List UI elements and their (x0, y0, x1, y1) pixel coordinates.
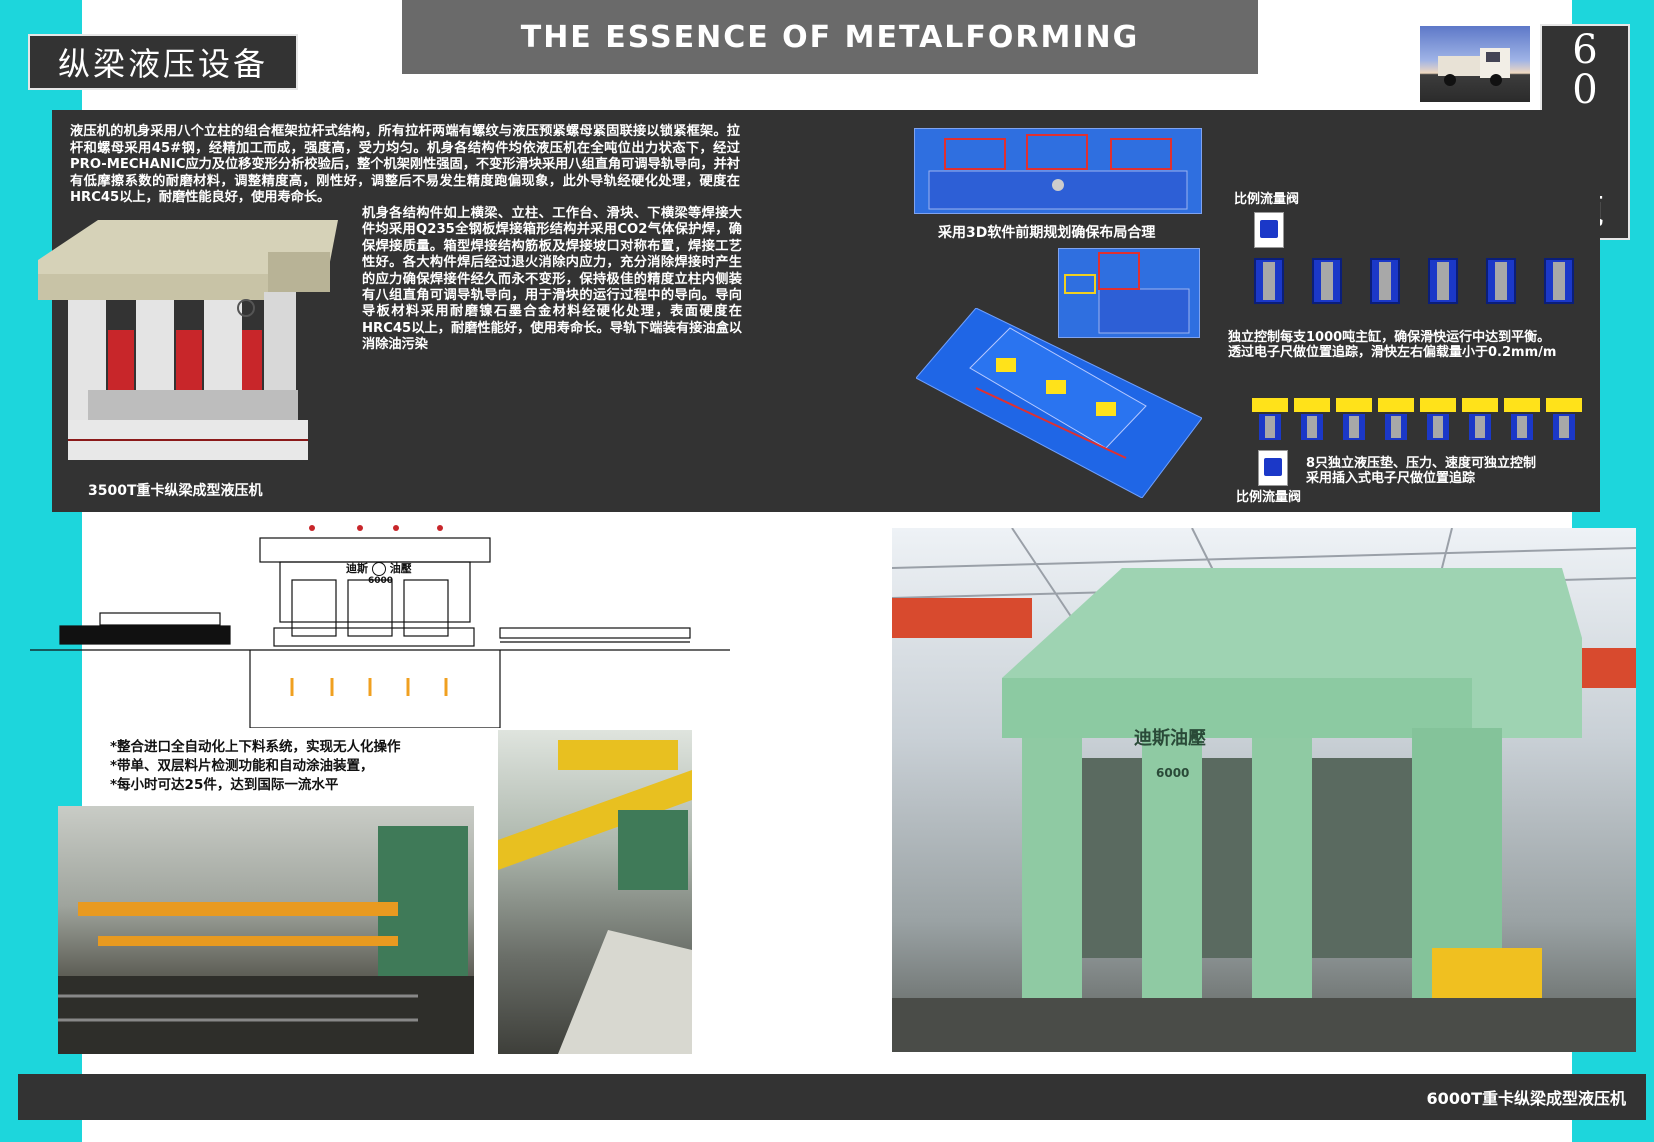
pad-top (1420, 398, 1456, 412)
press-brand-label: 迪斯油壓 (1134, 728, 1206, 749)
main-cylinder (1312, 258, 1342, 304)
footer-bar: 6000T重卡纵梁成型液压机 (18, 1074, 1646, 1120)
press-3500t-caption: 3500T重卡纵梁成型液压机 (88, 483, 263, 499)
main-press-photo (892, 528, 1636, 1052)
pad-cylinder (1385, 414, 1407, 440)
main-cylinder (1544, 258, 1574, 304)
bullet-item: *带单、双层料片检测功能和自动涂油装置， (110, 758, 374, 774)
intro-paragraph-2: 机身各结构件如上横梁、立柱、工作台、滑块、下横梁等焊接大件均采用Q235全钢板焊… (362, 206, 742, 353)
automation-line-photo-2 (498, 730, 692, 1054)
production-line-drawing (30, 518, 734, 729)
pad-top (1546, 398, 1582, 412)
pad-top (1504, 398, 1540, 412)
pad-top (1252, 398, 1288, 412)
page-title-box: 纵梁液压设备 (28, 34, 298, 90)
layout-3d-front-view (914, 128, 1202, 214)
drawing-logo-text: 迪斯 (346, 562, 368, 575)
intro-paragraph-1: 液压机的机身采用八个立柱的组合框架拉杆式结构，所有拉杆两端有螺纹与液压预紧螺母紧… (70, 124, 740, 205)
main-cylinders (1250, 258, 1590, 310)
logo-emblem-icon (371, 562, 386, 576)
truck-icon (1438, 48, 1510, 86)
pad-top (1336, 398, 1372, 412)
footer-caption: 6000T重卡纵梁成型液压机 (1426, 1089, 1626, 1108)
hydraulic-pads (1252, 398, 1586, 442)
drawing-logo-text-2: 油壓 (389, 562, 412, 575)
banner-text: THE ESSENCE OF METALFORMING (520, 19, 1140, 55)
valve-label-top: 比例流量阀 (1234, 192, 1300, 207)
tonnage-digit: 0 (1572, 67, 1598, 113)
pad-cylinder (1511, 414, 1533, 440)
pad-cylinder (1259, 414, 1281, 440)
main-cylinder (1428, 258, 1458, 304)
layout-3d-caption: 采用3D软件前期规划确保布局合理 (938, 225, 1156, 241)
bullet-item: *每小时可达25件，达到国际一流水平 (110, 777, 339, 793)
tonnage-digit: 6 (1572, 27, 1598, 73)
proportional-valve-icon (1254, 212, 1284, 248)
bullet-item: *整合进口全自动化上下料系统，实现无人化操作 (110, 739, 401, 755)
main-cylinder (1370, 258, 1400, 304)
drawing-model: 6000 (368, 576, 394, 586)
pad-top (1378, 398, 1414, 412)
layout-3d-iso-view (915, 307, 1203, 499)
proportional-valve-icon (1258, 450, 1288, 486)
pad-cylinder (1301, 414, 1323, 440)
truck-photo (1420, 26, 1530, 102)
press-model-label: 6000 (1156, 766, 1190, 780)
pad-top (1462, 398, 1498, 412)
press-3500t-image (28, 212, 338, 474)
pad-cylinder (1469, 414, 1491, 440)
cylinder-note-2: 透过电子尺做位置追踪，滑快左右偏载量小于0.2mm/m (1228, 345, 1557, 360)
main-cylinder (1486, 258, 1516, 304)
feature-bullets: *整合进口全自动化上下料系统，实现无人化操作 *带单、双层料片检测功能和自动涂油… (110, 738, 401, 795)
drawing-logo: 迪斯 油壓 (346, 560, 412, 576)
main-cylinder (1254, 258, 1284, 304)
page-title: 纵梁液压设备 (57, 45, 268, 83)
pad-note-2: 采用插入式电子尺做位置追踪 (1306, 471, 1476, 486)
pad-cylinder (1343, 414, 1365, 440)
pad-cylinder (1427, 414, 1449, 440)
pad-top (1294, 398, 1330, 412)
pad-cylinder (1553, 414, 1575, 440)
banner: THE ESSENCE OF METALFORMING (402, 0, 1258, 74)
automation-line-photo-1 (58, 806, 474, 1054)
valve-label-bottom: 比例流量阀 (1236, 490, 1302, 505)
